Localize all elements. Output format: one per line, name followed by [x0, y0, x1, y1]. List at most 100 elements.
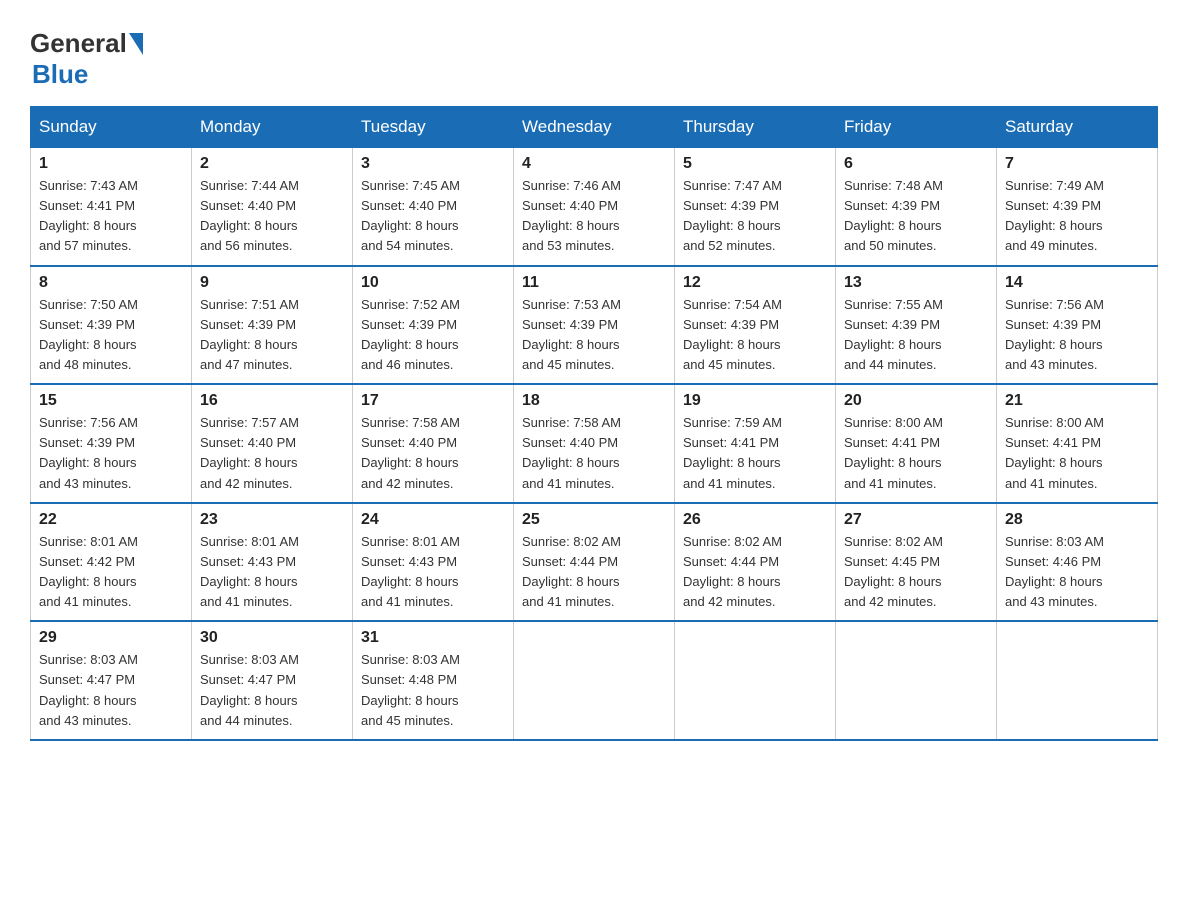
- day-info: Sunrise: 7:58 AMSunset: 4:40 PMDaylight:…: [522, 415, 621, 490]
- weekday-header-saturday: Saturday: [997, 107, 1158, 148]
- day-cell-3: 3 Sunrise: 7:45 AMSunset: 4:40 PMDayligh…: [353, 148, 514, 266]
- day-number: 9: [200, 274, 344, 292]
- day-cell-24: 24 Sunrise: 8:01 AMSunset: 4:43 PMDaylig…: [353, 503, 514, 622]
- day-info: Sunrise: 7:43 AMSunset: 4:41 PMDaylight:…: [39, 178, 138, 253]
- weekday-header-thursday: Thursday: [675, 107, 836, 148]
- day-info: Sunrise: 7:44 AMSunset: 4:40 PMDaylight:…: [200, 178, 299, 253]
- day-info: Sunrise: 7:50 AMSunset: 4:39 PMDaylight:…: [39, 297, 138, 372]
- day-cell-10: 10 Sunrise: 7:52 AMSunset: 4:39 PMDaylig…: [353, 266, 514, 385]
- day-info: Sunrise: 8:00 AMSunset: 4:41 PMDaylight:…: [844, 415, 943, 490]
- weekday-header-row: SundayMondayTuesdayWednesdayThursdayFrid…: [31, 107, 1158, 148]
- day-number: 8: [39, 274, 183, 292]
- day-info: Sunrise: 8:03 AMSunset: 4:47 PMDaylight:…: [200, 652, 299, 727]
- page-header: General Blue: [30, 20, 1158, 90]
- weekday-header-friday: Friday: [836, 107, 997, 148]
- day-info: Sunrise: 7:56 AMSunset: 4:39 PMDaylight:…: [39, 415, 138, 490]
- day-info: Sunrise: 7:48 AMSunset: 4:39 PMDaylight:…: [844, 178, 943, 253]
- day-info: Sunrise: 7:56 AMSunset: 4:39 PMDaylight:…: [1005, 297, 1104, 372]
- day-cell-13: 13 Sunrise: 7:55 AMSunset: 4:39 PMDaylig…: [836, 266, 997, 385]
- day-info: Sunrise: 8:02 AMSunset: 4:45 PMDaylight:…: [844, 534, 943, 609]
- day-info: Sunrise: 8:02 AMSunset: 4:44 PMDaylight:…: [683, 534, 782, 609]
- calendar-table: SundayMondayTuesdayWednesdayThursdayFrid…: [30, 106, 1158, 741]
- day-number: 2: [200, 155, 344, 173]
- day-number: 24: [361, 511, 505, 529]
- day-cell-8: 8 Sunrise: 7:50 AMSunset: 4:39 PMDayligh…: [31, 266, 192, 385]
- day-number: 1: [39, 155, 183, 173]
- day-info: Sunrise: 7:58 AMSunset: 4:40 PMDaylight:…: [361, 415, 460, 490]
- day-info: Sunrise: 7:57 AMSunset: 4:40 PMDaylight:…: [200, 415, 299, 490]
- empty-cell: [836, 621, 997, 740]
- day-cell-9: 9 Sunrise: 7:51 AMSunset: 4:39 PMDayligh…: [192, 266, 353, 385]
- day-cell-26: 26 Sunrise: 8:02 AMSunset: 4:44 PMDaylig…: [675, 503, 836, 622]
- day-cell-29: 29 Sunrise: 8:03 AMSunset: 4:47 PMDaylig…: [31, 621, 192, 740]
- week-row-4: 22 Sunrise: 8:01 AMSunset: 4:42 PMDaylig…: [31, 503, 1158, 622]
- day-cell-14: 14 Sunrise: 7:56 AMSunset: 4:39 PMDaylig…: [997, 266, 1158, 385]
- day-number: 23: [200, 511, 344, 529]
- day-number: 3: [361, 155, 505, 173]
- day-number: 21: [1005, 392, 1149, 410]
- empty-cell: [514, 621, 675, 740]
- day-info: Sunrise: 7:45 AMSunset: 4:40 PMDaylight:…: [361, 178, 460, 253]
- day-number: 30: [200, 629, 344, 647]
- day-cell-17: 17 Sunrise: 7:58 AMSunset: 4:40 PMDaylig…: [353, 384, 514, 503]
- logo-arrow-icon: [129, 33, 143, 55]
- empty-cell: [675, 621, 836, 740]
- day-info: Sunrise: 7:52 AMSunset: 4:39 PMDaylight:…: [361, 297, 460, 372]
- day-number: 11: [522, 274, 666, 292]
- day-cell-1: 1 Sunrise: 7:43 AMSunset: 4:41 PMDayligh…: [31, 148, 192, 266]
- day-cell-31: 31 Sunrise: 8:03 AMSunset: 4:48 PMDaylig…: [353, 621, 514, 740]
- day-number: 4: [522, 155, 666, 173]
- day-number: 25: [522, 511, 666, 529]
- day-number: 5: [683, 155, 827, 173]
- day-cell-30: 30 Sunrise: 8:03 AMSunset: 4:47 PMDaylig…: [192, 621, 353, 740]
- day-info: Sunrise: 8:00 AMSunset: 4:41 PMDaylight:…: [1005, 415, 1104, 490]
- day-info: Sunrise: 8:03 AMSunset: 4:46 PMDaylight:…: [1005, 534, 1104, 609]
- day-number: 28: [1005, 511, 1149, 529]
- day-number: 6: [844, 155, 988, 173]
- day-cell-21: 21 Sunrise: 8:00 AMSunset: 4:41 PMDaylig…: [997, 384, 1158, 503]
- day-cell-6: 6 Sunrise: 7:48 AMSunset: 4:39 PMDayligh…: [836, 148, 997, 266]
- day-info: Sunrise: 7:55 AMSunset: 4:39 PMDaylight:…: [844, 297, 943, 372]
- day-cell-28: 28 Sunrise: 8:03 AMSunset: 4:46 PMDaylig…: [997, 503, 1158, 622]
- day-number: 7: [1005, 155, 1149, 173]
- day-number: 31: [361, 629, 505, 647]
- day-info: Sunrise: 7:59 AMSunset: 4:41 PMDaylight:…: [683, 415, 782, 490]
- day-cell-11: 11 Sunrise: 7:53 AMSunset: 4:39 PMDaylig…: [514, 266, 675, 385]
- day-info: Sunrise: 8:03 AMSunset: 4:47 PMDaylight:…: [39, 652, 138, 727]
- day-number: 10: [361, 274, 505, 292]
- day-number: 18: [522, 392, 666, 410]
- day-cell-18: 18 Sunrise: 7:58 AMSunset: 4:40 PMDaylig…: [514, 384, 675, 503]
- day-number: 19: [683, 392, 827, 410]
- day-info: Sunrise: 8:01 AMSunset: 4:43 PMDaylight:…: [361, 534, 460, 609]
- weekday-header-wednesday: Wednesday: [514, 107, 675, 148]
- logo-general-text: General: [30, 28, 127, 59]
- week-row-2: 8 Sunrise: 7:50 AMSunset: 4:39 PMDayligh…: [31, 266, 1158, 385]
- day-info: Sunrise: 7:49 AMSunset: 4:39 PMDaylight:…: [1005, 178, 1104, 253]
- day-number: 14: [1005, 274, 1149, 292]
- day-info: Sunrise: 8:02 AMSunset: 4:44 PMDaylight:…: [522, 534, 621, 609]
- weekday-header-monday: Monday: [192, 107, 353, 148]
- day-info: Sunrise: 7:51 AMSunset: 4:39 PMDaylight:…: [200, 297, 299, 372]
- logo: General Blue: [30, 28, 143, 90]
- day-cell-7: 7 Sunrise: 7:49 AMSunset: 4:39 PMDayligh…: [997, 148, 1158, 266]
- day-cell-20: 20 Sunrise: 8:00 AMSunset: 4:41 PMDaylig…: [836, 384, 997, 503]
- day-number: 26: [683, 511, 827, 529]
- week-row-1: 1 Sunrise: 7:43 AMSunset: 4:41 PMDayligh…: [31, 148, 1158, 266]
- day-info: Sunrise: 8:01 AMSunset: 4:42 PMDaylight:…: [39, 534, 138, 609]
- day-cell-16: 16 Sunrise: 7:57 AMSunset: 4:40 PMDaylig…: [192, 384, 353, 503]
- weekday-header-tuesday: Tuesday: [353, 107, 514, 148]
- day-info: Sunrise: 7:54 AMSunset: 4:39 PMDaylight:…: [683, 297, 782, 372]
- week-row-5: 29 Sunrise: 8:03 AMSunset: 4:47 PMDaylig…: [31, 621, 1158, 740]
- day-number: 29: [39, 629, 183, 647]
- day-cell-22: 22 Sunrise: 8:01 AMSunset: 4:42 PMDaylig…: [31, 503, 192, 622]
- day-number: 20: [844, 392, 988, 410]
- day-number: 13: [844, 274, 988, 292]
- day-number: 15: [39, 392, 183, 410]
- logo-blue-text: Blue: [32, 59, 88, 90]
- day-info: Sunrise: 8:01 AMSunset: 4:43 PMDaylight:…: [200, 534, 299, 609]
- empty-cell: [997, 621, 1158, 740]
- day-cell-25: 25 Sunrise: 8:02 AMSunset: 4:44 PMDaylig…: [514, 503, 675, 622]
- day-cell-4: 4 Sunrise: 7:46 AMSunset: 4:40 PMDayligh…: [514, 148, 675, 266]
- day-cell-19: 19 Sunrise: 7:59 AMSunset: 4:41 PMDaylig…: [675, 384, 836, 503]
- day-number: 22: [39, 511, 183, 529]
